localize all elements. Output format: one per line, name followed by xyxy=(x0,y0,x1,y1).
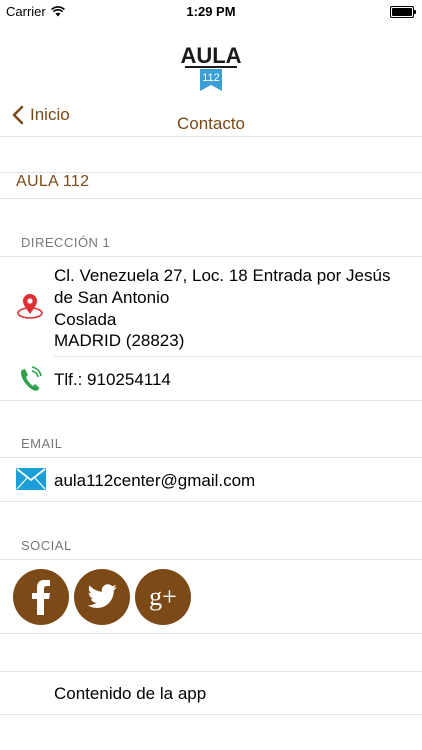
map-pin-icon xyxy=(17,294,43,319)
status-bar: Carrier 1:29 PM xyxy=(0,0,422,22)
divider xyxy=(0,198,422,199)
divider xyxy=(0,633,422,634)
divider xyxy=(0,457,422,458)
status-time: 1:29 PM xyxy=(186,4,236,19)
phone-number: Tlf.: 910254114 xyxy=(54,370,171,389)
address-section-label: DIRECCIÓN 1 xyxy=(21,235,111,250)
business-name: AULA 112 xyxy=(16,173,90,190)
email-icon xyxy=(16,468,46,490)
address-line-1: Cl. Venezuela 27, Loc. 18 Entrada por Je… xyxy=(54,266,391,285)
address-province: MADRID (28823) xyxy=(54,331,185,350)
social-section-label: SOCIAL xyxy=(21,538,72,553)
divider xyxy=(0,501,422,502)
divider xyxy=(0,559,422,560)
phone-icon xyxy=(21,366,42,391)
page-title: Contacto xyxy=(176,114,246,133)
facebook-icon xyxy=(32,580,50,615)
address-city: Coslada xyxy=(54,310,117,329)
app-content-link[interactable]: Contenido de la app xyxy=(54,683,206,705)
twitter-icon xyxy=(87,584,117,608)
divider xyxy=(0,136,422,137)
facebook-button[interactable] xyxy=(13,569,69,625)
divider xyxy=(0,400,422,401)
divider xyxy=(54,356,422,357)
google-plus-icon: g+ xyxy=(149,582,177,611)
logo-text: AULA xyxy=(181,43,241,68)
aula-112-logo: AULA 112 xyxy=(181,43,241,91)
divider xyxy=(0,671,422,672)
divider xyxy=(0,256,422,257)
google-plus-button[interactable]: g+ xyxy=(135,569,191,625)
twitter-button[interactable] xyxy=(74,569,130,625)
battery-icon xyxy=(390,6,416,18)
email-address: aula112center@gmail.com xyxy=(54,471,256,490)
address-line-2: de San Antonio xyxy=(54,288,170,307)
divider xyxy=(0,714,422,715)
email-section-label: EMAIL xyxy=(21,436,63,451)
logo-number: 112 xyxy=(202,72,220,84)
